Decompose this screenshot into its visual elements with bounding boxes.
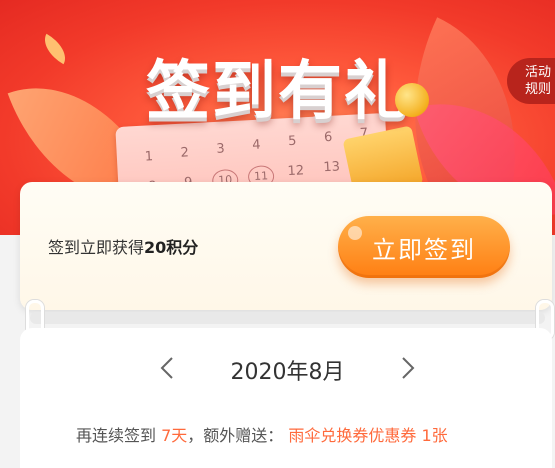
activity-rules-button[interactable]: 活动 规则 [507, 58, 555, 104]
sign-in-reward-text: 签到立即获得20积分 [48, 234, 198, 258]
streak-prefix: 再连续签到 [76, 426, 157, 445]
sign-in-now-button[interactable]: 立即签到 [338, 216, 510, 278]
calendar-day: 3 [216, 141, 226, 157]
calendar-day: 4 [251, 137, 261, 153]
rules-label-line1: 活动 [525, 65, 552, 80]
chevron-right-icon [402, 357, 415, 379]
calendar-card: 2020年8月 再连续签到 7天，额外赠送： 雨伞兑换券优惠券 1张 [20, 328, 552, 468]
current-month: 2020年8月 [230, 360, 345, 385]
streak-days: 7天 [161, 426, 188, 445]
coin-icon [395, 83, 429, 117]
leaf-decoration [37, 33, 73, 65]
next-month-button[interactable] [387, 348, 427, 388]
chevron-left-icon [160, 357, 173, 379]
rules-label-line2: 规则 [525, 82, 552, 97]
calendar-day: 2 [180, 145, 190, 161]
card-connector [30, 312, 545, 324]
calendar-day: 1 [144, 149, 154, 165]
sign-in-card: 签到立即获得20积分 立即签到 [20, 182, 552, 310]
streak-mid: ，额外赠送： [187, 426, 284, 445]
month-navigation: 2020年8月 [20, 348, 552, 388]
streak-reward: 雨伞兑换券优惠券 1张 [288, 426, 448, 445]
sign-in-reward-points: 20积分 [144, 238, 199, 257]
previous-month-button[interactable] [148, 348, 188, 388]
streak-bonus-text: 再连续签到 7天，额外赠送： 雨伞兑换券优惠券 1张 [76, 422, 448, 446]
banner-title: 签到有礼 [146, 55, 410, 129]
calendar-day: 13 [323, 159, 341, 176]
calendar-day: 5 [287, 133, 297, 150]
sign-in-button-label: 立即签到 [372, 235, 476, 264]
sign-in-text-prefix: 签到立即获得 [48, 238, 145, 257]
calendar-day: 12 [287, 163, 305, 180]
button-shine [348, 226, 362, 240]
